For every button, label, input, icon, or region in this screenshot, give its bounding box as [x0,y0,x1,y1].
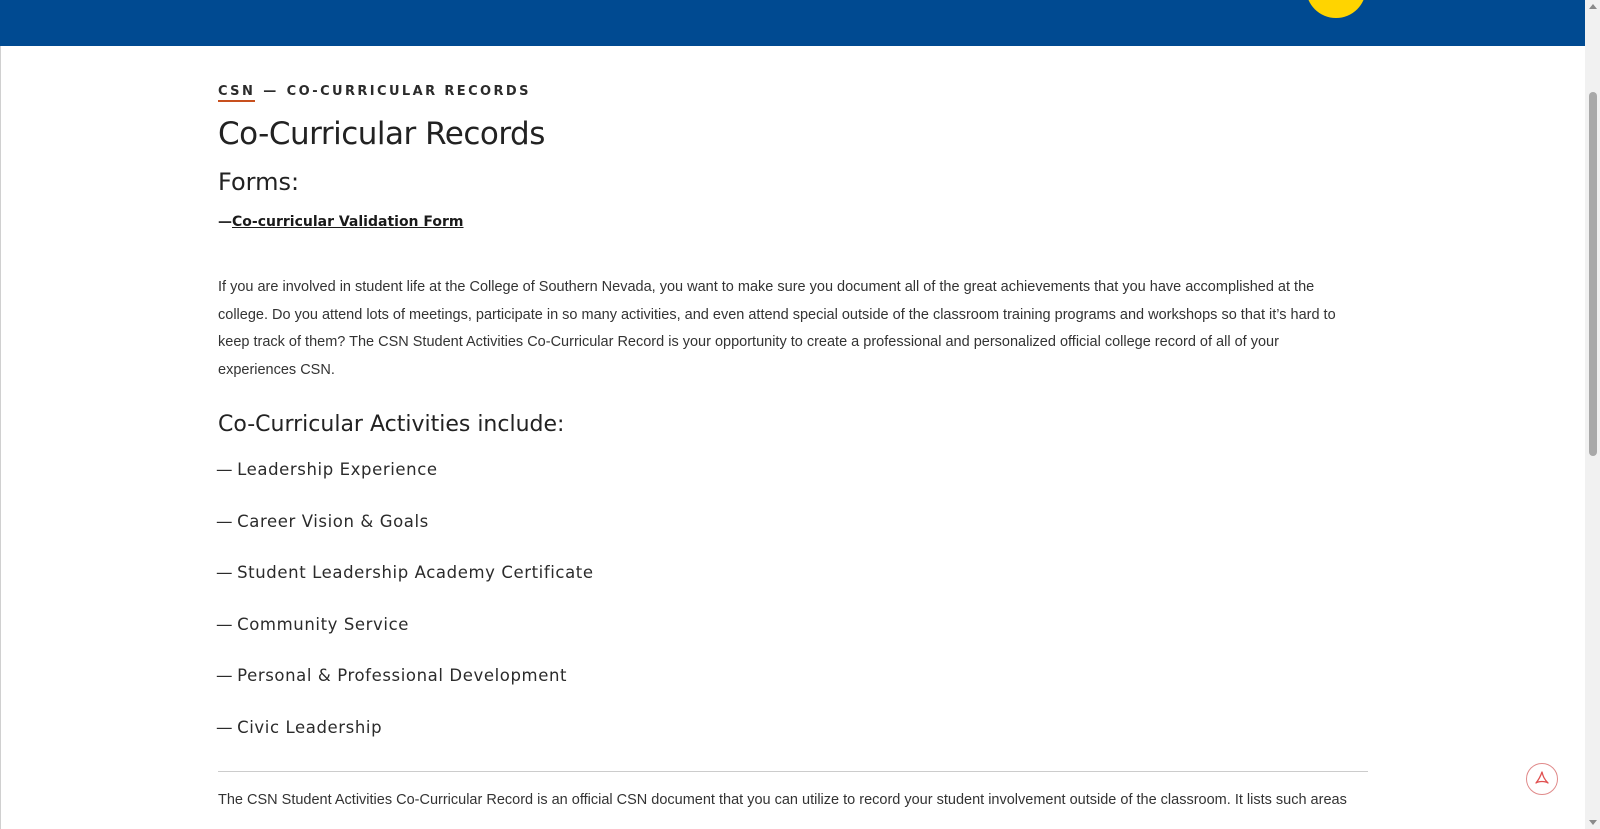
form-link-row: —Co-curricular Validation Form [218,214,1368,238]
main-content: CSN — CO-CURRICULAR RECORDS Co-Curricular … [216,80,1368,808]
scroll-up-icon[interactable] [1589,4,1597,9]
list-item-label: Career Vision & Goals [237,511,429,531]
pdf-download-button[interactable] [1526,763,1558,795]
list-item-label: Community Service [237,614,410,634]
list-item-dash: — [216,666,234,685]
list-item-dash: — [216,511,234,531]
csn-logo-icon[interactable] [1306,0,1366,18]
breadcrumb-separator: — [263,84,279,99]
page-title: Co-Curricular Records [218,116,545,152]
scrollbar-thumb[interactable] [1589,92,1597,456]
list-item-label: Student Leadership Academy Certificate [237,563,594,582]
activities-heading: Co-Curricular Activities include: [218,412,565,437]
scrollbar[interactable] [1585,0,1600,829]
list-item-label: Civic Leadership [237,717,383,737]
list-item: — Community Service [216,615,1368,667]
list-item: — Leadership Experience [216,460,1368,512]
breadcrumb: CSN — CO-CURRICULAR RECORDS [218,84,1368,106]
pdf-icon [1535,771,1549,784]
list-item: — Career Vision & Goals [216,512,1368,564]
activities-list: — Leadership Experience — Career Vision & … [216,460,1368,769]
breadcrumb-home-link[interactable]: CSN [218,84,256,102]
section-divider [218,771,1368,772]
form-link-dash: — [218,214,232,230]
breadcrumb-current: CO-CURRICULAR RECORDS [286,84,531,99]
record-description-paragraph: The CSN Student Activities Co-Curricular… [218,792,1347,808]
page-border [0,46,1,829]
list-item-dash: — [216,717,234,737]
intro-paragraph: If you are involved in student life at t… [218,279,1336,378]
list-item: — Student Leadership Academy Certificate [216,563,1368,615]
list-item-dash: — [216,614,234,634]
list-item: — Personal & Professional Development [216,666,1368,718]
list-item-label: Personal & Professional Development [237,666,568,685]
list-item: — Civic Leadership [216,718,1368,770]
scroll-down-icon[interactable] [1589,820,1597,825]
forms-heading: Forms: [218,168,300,196]
validation-form-link[interactable]: Co-curricular Validation Form [232,214,464,230]
list-item-dash: — [216,563,234,582]
site-header [0,0,1585,46]
list-item-label: Leadership Experience [237,460,438,479]
list-item-dash: — [216,460,234,479]
